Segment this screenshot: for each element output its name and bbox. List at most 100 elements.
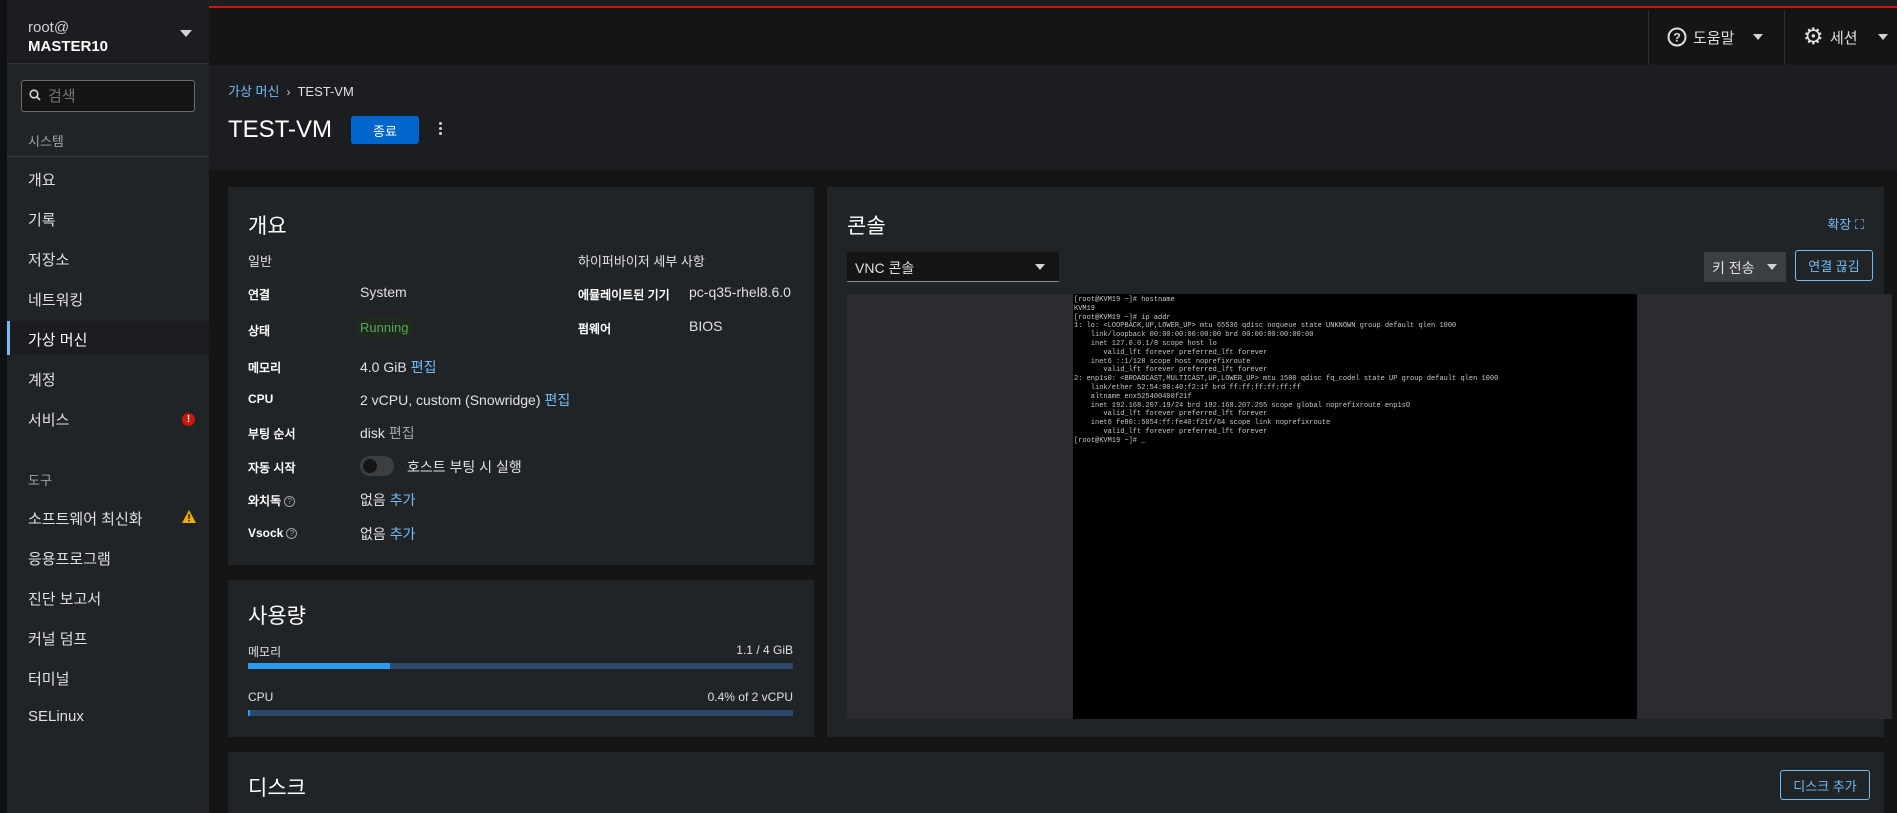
terminal-line: valid_lft forever preferred_lft forever bbox=[1074, 410, 1268, 419]
add-disk-button[interactable]: 디스크 추가 bbox=[1780, 770, 1870, 800]
general-heading: 일반 bbox=[248, 254, 272, 269]
terminal-line: inet6 ::1/128 scope host noprefixroute bbox=[1074, 357, 1251, 366]
session-label: 세션 bbox=[1830, 30, 1858, 47]
sidebar-item-label: 소프트웨어 최신화 bbox=[28, 511, 143, 528]
sidebar-item-label: 기록 bbox=[28, 212, 56, 229]
section-tools: 도구 bbox=[28, 473, 52, 488]
autostart-text: 호스트 부팅 시 실행 bbox=[407, 459, 522, 475]
help-icon: ? bbox=[1667, 27, 1687, 47]
terminal-line: link/ether 52:54:00:40:f2:1f brd ff:ff:f… bbox=[1074, 383, 1301, 392]
boot-order-edit-link[interactable]: 편집 bbox=[389, 425, 415, 441]
sidebar-item-diagnostic-reports[interactable]: 진단 보고서 bbox=[7, 580, 209, 614]
terminal-line: [root@KVM19 ~]# _ bbox=[1074, 436, 1146, 445]
hypervisor-heading: 하이퍼바이저 세부 사항 bbox=[578, 254, 705, 269]
usage-cpu-value: 0.4% of 2 vCPU bbox=[707, 690, 793, 704]
help-icon[interactable]: ? bbox=[284, 496, 296, 507]
terminal-line: inet 127.0.0.1/8 scope host lo bbox=[1074, 339, 1217, 348]
sidebar-item-software-updates[interactable]: 소프트웨어 최신화 bbox=[7, 500, 209, 534]
sidebar-item-terminal[interactable]: 터미널 bbox=[7, 660, 209, 694]
sidebar-item-networking[interactable]: 네트워킹 bbox=[7, 281, 209, 315]
chevron-down-icon bbox=[1753, 34, 1763, 40]
vsock-label: Vsock? bbox=[248, 526, 298, 540]
connection-label: 연결 bbox=[248, 288, 271, 302]
breadcrumb-separator-icon: › bbox=[286, 85, 291, 99]
cpu-label: CPU bbox=[248, 392, 274, 406]
sidebar-item-label: 진단 보고서 bbox=[28, 591, 102, 608]
sidebar-item-label: 네트워킹 bbox=[28, 292, 84, 309]
search-box[interactable] bbox=[21, 80, 195, 112]
sidebar-item-storage[interactable]: 저장소 bbox=[7, 241, 209, 275]
usage-card: 사용량 메모리 1.1 / 4 GiB CPU 0.4% of 2 vCPU bbox=[228, 580, 814, 737]
terminal-line: KVM19 bbox=[1074, 304, 1096, 313]
terminal-line: 2: enp1s0: <BROADCAST,MULTICAST,UP,LOWER… bbox=[1074, 375, 1499, 384]
overview-title: 개요 bbox=[248, 215, 287, 238]
console-type-select[interactable]: VNC 콘솔 bbox=[847, 252, 1059, 282]
memory-edit-link[interactable]: 편집 bbox=[411, 359, 437, 375]
autostart-toggle[interactable] bbox=[360, 456, 394, 476]
watchdog-label-text: 와치독 bbox=[248, 494, 282, 508]
memory-label: 메모리 bbox=[248, 361, 282, 375]
shutdown-button[interactable]: 종료 bbox=[351, 116, 419, 144]
sidebar-item-logs[interactable]: 기록 bbox=[7, 201, 209, 235]
breadcrumb-link-vms[interactable]: 가상 머신 bbox=[228, 84, 279, 99]
watchdog-label: 와치독? bbox=[248, 492, 296, 509]
page-header: 가상 머신 › TEST-VM TEST-VM 종료 bbox=[209, 65, 1897, 170]
breadcrumb: 가상 머신 › TEST-VM bbox=[228, 81, 354, 100]
vnc-viewport[interactable]: [root@KVM19 ~]# hostname KVM19 [root@KVM19… bbox=[847, 294, 1892, 719]
sidebar-item-accounts[interactable]: 계정 bbox=[7, 361, 209, 395]
vsock-label-text: Vsock bbox=[248, 526, 284, 540]
chevron-down-icon bbox=[1767, 264, 1777, 270]
session-menu-button[interactable]: ⚙ 세션 bbox=[1784, 10, 1897, 65]
section-system: 시스템 bbox=[28, 134, 64, 149]
kebab-menu-icon[interactable] bbox=[434, 120, 446, 140]
terminal-line: valid_lft forever preferred_lft forever bbox=[1074, 348, 1268, 357]
chevron-down-icon bbox=[1878, 34, 1888, 40]
sidebar-item-applications[interactable]: 응용프로그램 bbox=[7, 540, 209, 574]
sidebar-item-overview[interactable]: 개요 bbox=[7, 161, 209, 195]
sidebar-item-services[interactable]: 서비스 ! bbox=[7, 401, 209, 435]
emulated-machine-value: pc-q35-rhel8.6.0 bbox=[689, 284, 791, 300]
cpu-edit-link[interactable]: 편집 bbox=[545, 392, 571, 408]
emulated-machine-label: 에뮬레이트된 기기 bbox=[578, 288, 670, 302]
sidebar-item-selinux[interactable]: SELinux bbox=[7, 700, 209, 734]
sidebar-item-label: 커널 덤프 bbox=[28, 631, 88, 648]
sidebar-item-virtual-machines[interactable]: 가상 머신 bbox=[7, 321, 209, 355]
terminal-line: inet6 fe80::5054:ff:fe40:f21f/64 scope l… bbox=[1074, 419, 1331, 428]
gear-icon: ⚙ bbox=[1803, 23, 1824, 49]
vnc-screen[interactable]: [root@KVM19 ~]# hostname KVM19 [root@KVM19… bbox=[1073, 294, 1637, 719]
state-label: 상태 bbox=[248, 324, 271, 338]
watchdog-value: 없음 bbox=[360, 492, 386, 508]
watchdog-add-link[interactable]: 추가 bbox=[390, 492, 416, 508]
cpu-usage-bar bbox=[248, 710, 793, 716]
error-badge-icon: ! bbox=[182, 413, 195, 426]
usage-cpu-label: CPU bbox=[248, 690, 274, 704]
search-icon bbox=[29, 89, 41, 101]
disks-card: 디스크 디스크 추가 bbox=[228, 752, 1884, 813]
chevron-down-icon bbox=[1035, 264, 1045, 270]
disconnect-button[interactable]: 연결 끊김 bbox=[1795, 250, 1873, 281]
warning-icon bbox=[182, 510, 196, 523]
breadcrumb-current: TEST-VM bbox=[297, 84, 354, 99]
console-card: 콘솔 확장 ⛶ VNC 콘솔 키 전송 연결 끊김 [root@KVM19 ~]… bbox=[827, 187, 1892, 737]
sidebar-item-label: 가상 머신 bbox=[28, 332, 88, 349]
search-input[interactable] bbox=[48, 85, 188, 107]
help-icon[interactable]: ? bbox=[286, 528, 298, 539]
terminal-line: 1: lo: <LOOPBACK,UP,LOWER_UP> mtu 65536 … bbox=[1074, 322, 1457, 331]
boot-order-value: disk bbox=[360, 425, 385, 441]
console-title: 콘솔 bbox=[847, 215, 886, 238]
status-badge: Running bbox=[355, 317, 414, 338]
sidebar-item-label: 터미널 bbox=[28, 671, 70, 688]
window-left-edge bbox=[0, 0, 7, 813]
sidebar-item-kernel-dump[interactable]: 커널 덤프 bbox=[7, 620, 209, 654]
terminal-line: altname enx525400400f21f bbox=[1074, 392, 1192, 401]
expand-button[interactable]: 확장 ⛶ bbox=[1827, 214, 1864, 233]
overview-card: 개요 일반 하이퍼바이저 세부 사항 연결 System 에뮬레이트된 기기 p… bbox=[228, 187, 814, 565]
memory-usage-fill bbox=[248, 663, 390, 669]
masthead: ? 도움말 ⚙ 세션 bbox=[209, 10, 1897, 65]
help-menu-button[interactable]: ? 도움말 bbox=[1648, 10, 1784, 65]
console-type-value: VNC 콘솔 bbox=[855, 260, 915, 276]
send-key-dropdown[interactable]: 키 전송 bbox=[1704, 252, 1786, 282]
vsock-add-link[interactable]: 추가 bbox=[390, 526, 416, 542]
host-switcher[interactable]: root@ MASTER10 bbox=[7, 0, 209, 64]
host-name: MASTER10 bbox=[28, 38, 109, 55]
